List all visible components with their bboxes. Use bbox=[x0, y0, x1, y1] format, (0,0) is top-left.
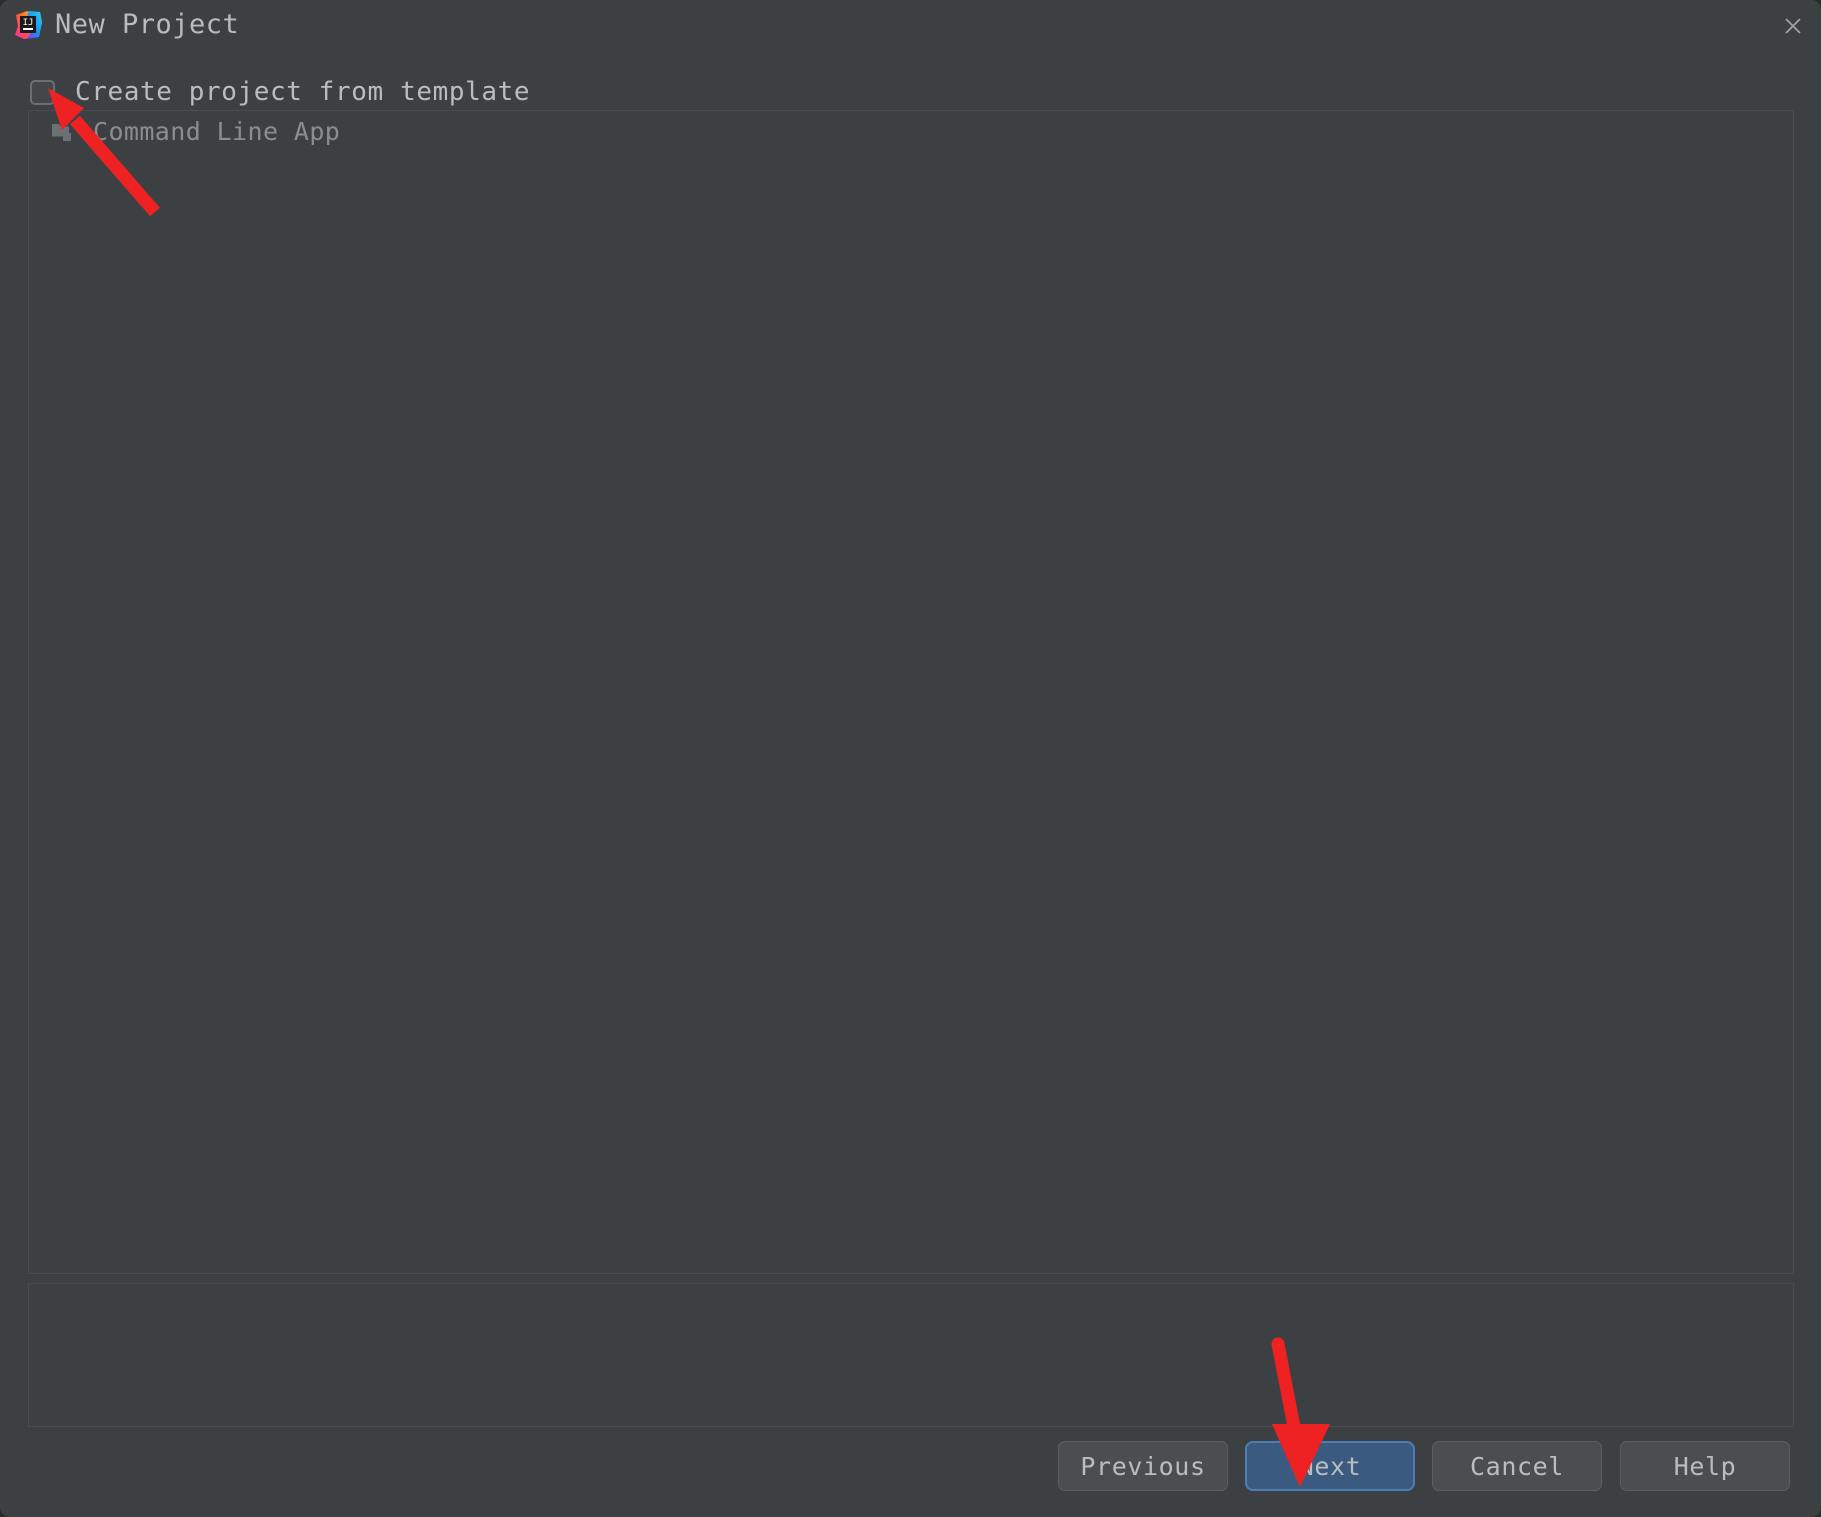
create-project-from-template-label: Create project from template bbox=[75, 77, 531, 107]
list-item[interactable]: Command Line App bbox=[29, 111, 1793, 153]
create-project-from-template-row[interactable]: Create project from template bbox=[30, 75, 530, 109]
svg-text:IJ: IJ bbox=[23, 18, 34, 28]
dialog-titlebar: IJ New Project bbox=[0, 0, 1821, 52]
intellij-idea-icon: IJ bbox=[13, 10, 43, 40]
create-project-from-template-checkbox[interactable] bbox=[30, 79, 55, 105]
close-icon[interactable] bbox=[1771, 4, 1815, 48]
template-settings-panel bbox=[28, 1283, 1794, 1427]
dialog-button-bar: Previous Next Cancel Help bbox=[0, 1430, 1821, 1517]
previous-button[interactable]: Previous bbox=[1058, 1441, 1228, 1491]
dialog-title: New Project bbox=[55, 9, 240, 40]
help-button[interactable]: Help bbox=[1620, 1441, 1790, 1491]
template-list-panel: Command Line App bbox=[28, 110, 1794, 1274]
list-item-label: Command Line App bbox=[93, 117, 341, 146]
folder-icon bbox=[51, 121, 77, 143]
cancel-button[interactable]: Cancel bbox=[1432, 1441, 1602, 1491]
next-button[interactable]: Next bbox=[1245, 1441, 1415, 1491]
new-project-dialog: IJ New Project Create project from templ… bbox=[0, 0, 1821, 1517]
template-list[interactable]: Command Line App bbox=[29, 111, 1793, 153]
